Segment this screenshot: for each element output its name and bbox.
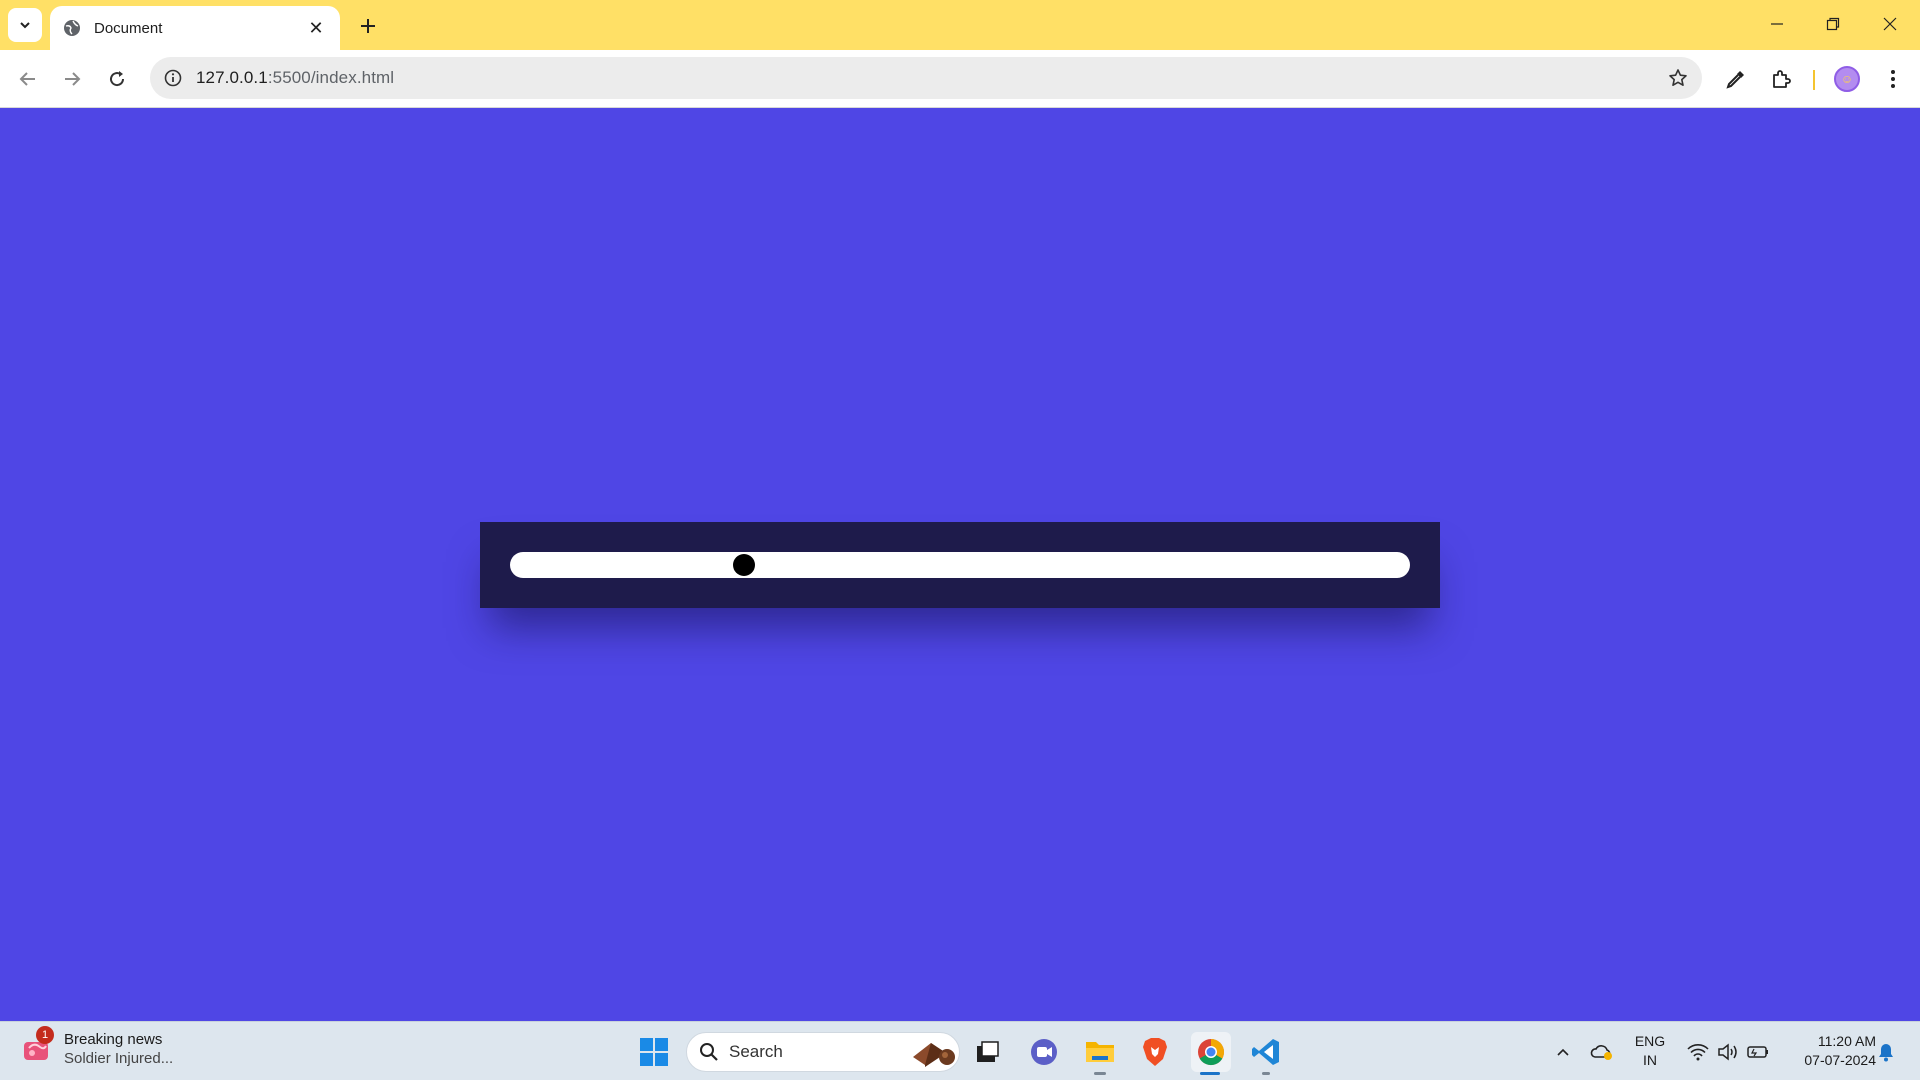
profile-avatar[interactable]: ☺	[1831, 63, 1863, 95]
arrow-left-icon	[19, 72, 35, 86]
news-widget[interactable]: 1 Breaking news Soldier Injured...	[20, 1026, 174, 1068]
file-explorer-icon[interactable]	[1080, 1032, 1120, 1072]
url-text[interactable]: 127.0.0.1:5500/index.html	[196, 68, 1658, 88]
close-icon	[1883, 17, 1897, 31]
slider-thumb[interactable]	[733, 554, 755, 576]
chevron-down-icon	[20, 22, 30, 29]
bookmark-star-icon[interactable]	[1658, 58, 1698, 98]
chrome-active-indicator	[1200, 1072, 1220, 1075]
plus-icon	[361, 19, 375, 33]
slider-track[interactable]	[510, 552, 1410, 578]
start-icon[interactable]	[634, 1032, 674, 1072]
tab-search-button[interactable]	[8, 8, 42, 42]
slider-panel	[480, 522, 1440, 608]
volume-icon[interactable]	[1714, 1036, 1742, 1068]
language-indicator[interactable]: ENG IN	[1630, 1032, 1670, 1070]
tab-title: Document	[94, 19, 163, 37]
brave-icon[interactable]	[1135, 1032, 1175, 1072]
close-tab-icon[interactable]: ✕	[304, 16, 328, 40]
news-title: Breaking news	[64, 1031, 163, 1048]
vscode-icon[interactable]	[1246, 1032, 1286, 1072]
chrome-icon[interactable]	[1191, 1032, 1231, 1072]
new-tab-button[interactable]	[352, 10, 384, 42]
restore-icon	[1826, 17, 1840, 31]
reload-icon	[110, 71, 125, 87]
taskbar: 1 Breaking news Soldier Injured... Searc…	[0, 1021, 1920, 1080]
address-bar[interactable]: 127.0.0.1:5500/index.html	[150, 57, 1702, 99]
menu-button[interactable]	[1877, 63, 1909, 95]
vscode-running-indicator	[1262, 1072, 1270, 1075]
browser-toolbar: 127.0.0.1:5500/index.html ☺	[0, 50, 1920, 108]
wifi-icon[interactable]	[1684, 1036, 1712, 1068]
arrow-right-icon	[65, 72, 81, 86]
task-view-icon[interactable]	[968, 1032, 1008, 1072]
minimize-button[interactable]	[1753, 8, 1801, 40]
close-window-button[interactable]	[1866, 8, 1914, 40]
clock-date: 07-07-2024	[1804, 1052, 1876, 1068]
url-host: 127.0.0.1	[196, 68, 268, 87]
onedrive-icon[interactable]	[1588, 1036, 1616, 1068]
language-line1: ENG	[1634, 1033, 1666, 1049]
search-label: Search	[729, 1042, 783, 1061]
minimize-icon	[1771, 23, 1783, 25]
eyedropper-icon[interactable]	[1720, 63, 1752, 95]
globe-icon	[62, 18, 82, 38]
restore-button[interactable]	[1809, 8, 1857, 40]
news-subtitle: Soldier Injured...	[64, 1050, 174, 1067]
avatar-icon: ☺	[1834, 66, 1860, 92]
news-icon: 1	[20, 1026, 54, 1066]
show-hidden-icons-chevron-up-icon[interactable]	[1552, 1036, 1574, 1068]
more-vertical-icon	[1891, 70, 1895, 88]
url-path: :5500/index.html	[267, 68, 395, 87]
back-button[interactable]	[12, 63, 44, 95]
reload-button[interactable]	[101, 63, 133, 95]
extensions-icon[interactable]	[1765, 63, 1797, 95]
site-info-icon[interactable]	[162, 67, 184, 89]
language-line2: IN	[1643, 1052, 1657, 1068]
toolbar-separator	[1813, 70, 1815, 90]
battery-icon[interactable]	[1744, 1036, 1772, 1068]
taskbar-search[interactable]: Search	[686, 1032, 960, 1072]
clock[interactable]: 11:20 AM 07-07-2024	[1780, 1032, 1876, 1070]
tab-strip: Document ✕	[0, 0, 1920, 50]
notification-bell-icon[interactable]	[1874, 1036, 1898, 1068]
news-badge: 1	[36, 1026, 54, 1044]
chocolate-icon	[913, 1043, 955, 1067]
meet-icon[interactable]	[1024, 1032, 1064, 1072]
file-explorer-running-indicator	[1094, 1072, 1106, 1075]
search-icon	[700, 1043, 718, 1061]
clock-time: 11:20 AM	[1817, 1033, 1876, 1049]
forward-button[interactable]	[56, 63, 88, 95]
tab-document[interactable]: Document ✕	[50, 6, 340, 50]
page-content	[0, 109, 1920, 1021]
